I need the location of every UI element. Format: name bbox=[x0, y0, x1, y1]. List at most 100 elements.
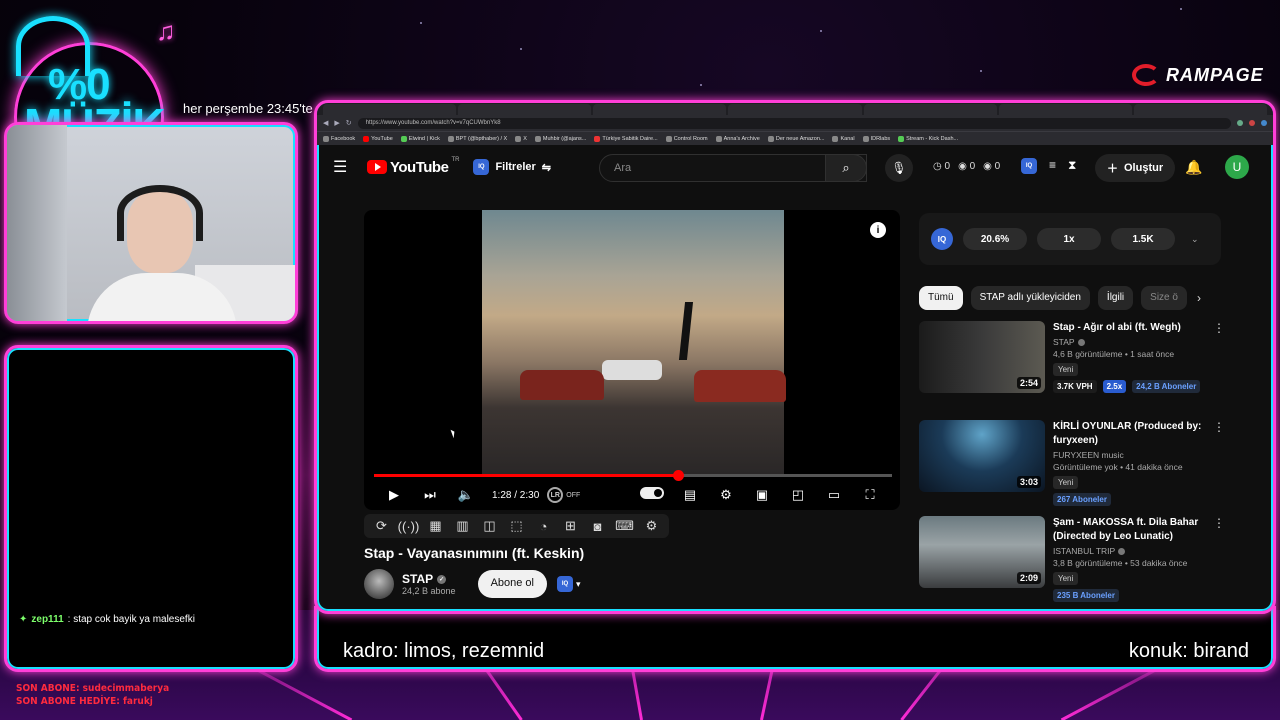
more-icon[interactable]: ⋮ bbox=[1213, 420, 1225, 434]
bookmark[interactable]: Anna's Archive bbox=[715, 135, 760, 142]
menu-icon[interactable]: ☰ bbox=[333, 157, 355, 177]
back-icon[interactable]: ◀ bbox=[323, 119, 328, 127]
url-input[interactable]: https://www.youtube.com/watch?v=v7qCUWbn… bbox=[357, 117, 1231, 129]
youtube-logo[interactable]: YouTube TR bbox=[367, 157, 459, 176]
bookmark[interactable]: Türkiye Sabitik Daire... bbox=[594, 135, 658, 142]
iq-icon[interactable]: IQ bbox=[1021, 158, 1037, 174]
bookmark[interactable]: Elwind | Kick bbox=[400, 135, 440, 142]
search-button[interactable]: ⌕ bbox=[825, 154, 867, 182]
list-icon[interactable]: ≡ bbox=[1049, 158, 1056, 174]
more-icon[interactable]: ⋮ bbox=[1213, 321, 1225, 335]
iq-dropdown[interactable]: IQ ▾ bbox=[557, 576, 581, 592]
chat-text: : stap cok bayik ya malesefki bbox=[67, 614, 195, 625]
star bbox=[1180, 8, 1182, 10]
chip-for-you[interactable]: Size ö bbox=[1141, 286, 1187, 310]
extension-icon[interactable] bbox=[1261, 120, 1267, 126]
forward-icon[interactable]: ▶ bbox=[334, 119, 339, 127]
chevron-right-icon[interactable]: › bbox=[1197, 291, 1201, 305]
browser-tab[interactable] bbox=[728, 104, 862, 115]
sponsor-logo: RAMPAGE bbox=[1132, 64, 1264, 86]
loop-icon[interactable]: ⟳ bbox=[370, 518, 393, 534]
bookmark[interactable]: Facebook bbox=[323, 135, 355, 142]
bookmark[interactable]: X bbox=[515, 135, 527, 142]
settings-icon[interactable]: ⚙ bbox=[708, 487, 744, 503]
create-button[interactable]: ＋ Oluştur bbox=[1095, 154, 1176, 182]
rec-title[interactable]: KİRLİ OYUNLAR (Produced by: furyxeen) bbox=[1053, 420, 1211, 448]
reload-icon[interactable]: ↻ bbox=[346, 119, 352, 127]
music-note-icon: ♫ bbox=[156, 16, 176, 46]
voice-search-button[interactable]: 🎙 bbox=[885, 154, 913, 182]
rampage-icon bbox=[1132, 64, 1160, 86]
mic-icon: 🎙 bbox=[891, 161, 907, 175]
fullscreen-icon[interactable]: ⛶ bbox=[852, 487, 888, 503]
keyboard-icon[interactable]: ⌨ bbox=[613, 518, 636, 534]
frame-icon[interactable]: ⬚ bbox=[505, 518, 528, 534]
pip-icon[interactable]: ◰ bbox=[780, 487, 816, 503]
rec-title[interactable]: Şam - MAKOSSA ft. Dila Bahar (Directed b… bbox=[1053, 516, 1211, 544]
video-player[interactable]: i ▶ ⏭ 🔈 1:28 / 2:30 LR OFF ▤ ⚙ ▣ ◰ ▭ ⛶ bbox=[364, 210, 900, 510]
bookmark[interactable]: Stream - Kick Dash... bbox=[898, 135, 958, 142]
bookmark[interactable]: IDRlabs bbox=[862, 135, 890, 142]
chip-related[interactable]: İlgili bbox=[1097, 286, 1134, 310]
extension-icon[interactable] bbox=[1237, 120, 1243, 126]
rec-thumbnail[interactable]: 3:03 bbox=[919, 420, 1045, 492]
channel-name[interactable]: STAP ✓ bbox=[402, 572, 456, 586]
autoplay-switch[interactable] bbox=[640, 487, 664, 499]
cast-icon[interactable]: ▦ bbox=[424, 518, 447, 534]
browser-tab[interactable] bbox=[593, 104, 727, 115]
extension-icon[interactable] bbox=[1249, 120, 1255, 126]
rec-item[interactable]: 2:54 Stap - Ağır ol abi (ft. Wegh) STAP … bbox=[919, 321, 1225, 393]
rec-item[interactable]: 2:09 Şam - MAKOSSA ft. Dila Bahar (Direc… bbox=[919, 516, 1225, 602]
bookmark[interactable]: Control Room bbox=[665, 135, 708, 142]
progress-knob[interactable] bbox=[673, 470, 685, 481]
bookmark[interactable]: YouTube bbox=[363, 135, 393, 142]
chip-from-uploader[interactable]: STAP adlı yükleyiciden bbox=[970, 286, 1090, 310]
time-display: 1:28 / 2:30 bbox=[492, 489, 540, 501]
bell-icon[interactable]: 🔔 bbox=[1185, 159, 1202, 176]
rec-title[interactable]: Stap - Ağır ol abi (ft. Wegh) bbox=[1053, 321, 1211, 335]
last-subscriber-panel: SON ABONE: sudecimmaberya SON ABONE HEDİ… bbox=[16, 682, 169, 708]
more-icon[interactable]: ⋮ bbox=[1213, 516, 1225, 530]
next-icon[interactable]: ⏭ bbox=[412, 487, 448, 503]
add-icon[interactable]: ⊞ bbox=[559, 518, 582, 534]
filters-button[interactable]: IQ Filtreler ⇋ bbox=[473, 159, 551, 175]
browser-tab[interactable] bbox=[863, 104, 997, 115]
filter-chips: Tümü STAP adlı yükleyiciden İlgili Size … bbox=[919, 286, 1201, 310]
browser-tab[interactable] bbox=[458, 104, 592, 115]
rec-item[interactable]: 3:03 KİRLİ OYUNLAR (Produced by: furyxee… bbox=[919, 420, 1225, 506]
browser-tab[interactable] bbox=[1133, 104, 1267, 115]
eye-counter: ◉ 0 bbox=[958, 161, 976, 172]
star bbox=[420, 22, 422, 24]
bookmark[interactable]: BPT (@bpthaber) / X bbox=[447, 135, 507, 142]
speed-icon[interactable]: ◔ bbox=[532, 519, 555, 534]
channel-avatar[interactable] bbox=[364, 569, 394, 599]
rec-thumbnail[interactable]: 2:54 bbox=[919, 321, 1045, 393]
hourglass-icon[interactable]: ⧗ bbox=[1068, 158, 1076, 174]
rec-duration: 3:03 bbox=[1016, 476, 1041, 488]
subscribe-button[interactable]: Abone ol bbox=[477, 570, 547, 598]
bookmark[interactable]: Muhbir (@ajans... bbox=[534, 135, 586, 142]
miniplayer-icon[interactable]: ▣ bbox=[744, 487, 780, 503]
crop-icon[interactable]: ◫ bbox=[478, 518, 501, 534]
clapper-icon[interactable]: ▥ bbox=[451, 518, 474, 534]
camera-icon[interactable]: ◙ bbox=[586, 519, 609, 534]
bookmark[interactable]: Kanal bbox=[832, 135, 855, 142]
volume-icon[interactable]: 🔈 bbox=[448, 487, 484, 503]
gear-icon[interactable]: ⚙ bbox=[640, 518, 663, 534]
rec-thumbnail[interactable]: 2:09 bbox=[919, 516, 1045, 588]
progress-bar[interactable] bbox=[374, 470, 892, 481]
autoplay-toggle[interactable]: LR OFF bbox=[547, 487, 580, 503]
play-icon[interactable]: ▶ bbox=[376, 487, 412, 503]
browser-tab[interactable] bbox=[998, 104, 1132, 115]
audio-icon[interactable]: ((·)) bbox=[397, 519, 420, 534]
info-icon[interactable]: i bbox=[870, 222, 886, 238]
theater-icon[interactable]: ▭ bbox=[816, 487, 852, 503]
chip-all[interactable]: Tümü bbox=[919, 286, 963, 310]
browser-tab[interactable] bbox=[323, 104, 457, 115]
channel-row: STAP ✓ 24,2 B abone Abone ol IQ ▾ bbox=[364, 569, 581, 599]
chevron-down-icon[interactable]: ⌄ bbox=[1191, 234, 1199, 245]
subtitles-icon[interactable]: ▤ bbox=[672, 487, 708, 503]
lineup-bar: kadro: limos, rezemnid konuk: birand bbox=[314, 606, 1276, 672]
bookmark[interactable]: Der neue Amazon... bbox=[767, 135, 824, 142]
avatar[interactable]: U bbox=[1225, 155, 1249, 179]
